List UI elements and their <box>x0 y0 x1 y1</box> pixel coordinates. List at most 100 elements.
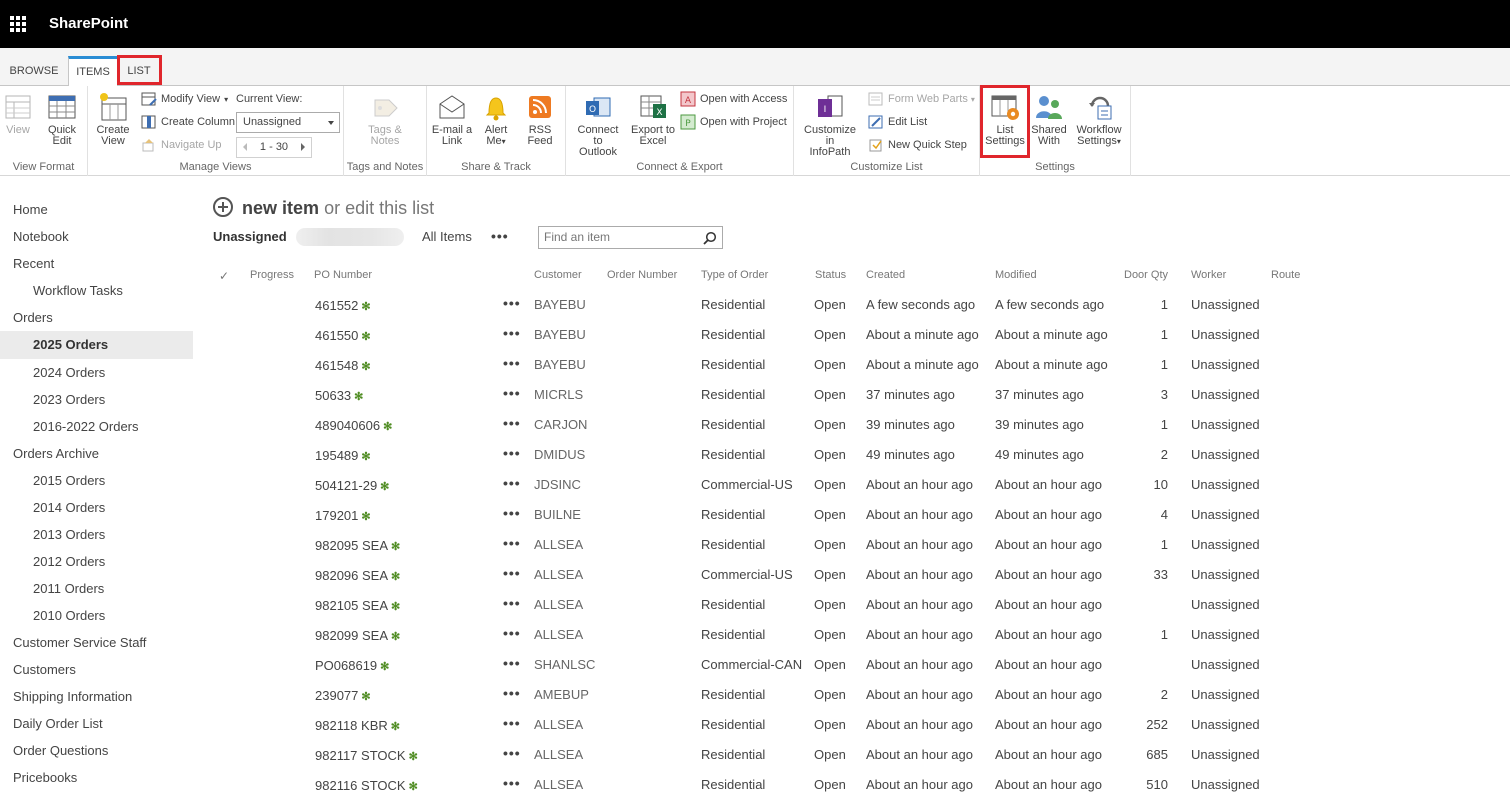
column-header-created[interactable]: Created <box>866 269 905 281</box>
column-header-route[interactable]: Route <box>1271 269 1300 281</box>
nav-item-2015-orders[interactable]: 2015 Orders <box>0 467 193 494</box>
po-number-link[interactable]: 504121-29 <box>315 478 377 493</box>
email-link-button[interactable]: E-mail a Link <box>429 92 475 147</box>
po-number-link[interactable]: 982105 SEA <box>315 598 388 613</box>
po-number-link[interactable]: 982117 STOCK <box>315 748 406 763</box>
new-item-link[interactable]: new item or edit this list <box>213 197 434 219</box>
nav-item-2013-orders[interactable]: 2013 Orders <box>0 521 193 548</box>
nav-item-2011-orders[interactable]: 2011 Orders <box>0 575 193 602</box>
table-row[interactable]: 982116 STOCK ✻ ••• ALLSEA Residential Open Abo… <box>213 775 1313 799</box>
po-number-link[interactable]: 239077 <box>315 688 358 703</box>
po-number-cell[interactable]: 982117 STOCK ✻ <box>315 748 418 765</box>
table-row[interactable]: 461548 ✻ ••• BAYEBU Residential Open About a m… <box>213 355 1313 387</box>
modify-view-button[interactable]: Modify View ▾ <box>141 90 228 108</box>
nav-item-recent[interactable]: Recent <box>0 250 193 277</box>
item-menu-ellipsis[interactable]: ••• <box>503 655 521 671</box>
search-input[interactable]: Find an item <box>538 226 723 249</box>
po-number-cell[interactable]: 982116 STOCK ✻ <box>315 778 418 795</box>
po-number-cell[interactable]: 195489 ✻ <box>315 448 371 465</box>
table-row[interactable]: 982099 SEA ✻ ••• ALLSEA Residential Open About… <box>213 625 1313 657</box>
list-settings-button[interactable]: List Settings <box>982 92 1028 147</box>
nav-item-2023-orders[interactable]: 2023 Orders <box>0 386 193 413</box>
column-header-po-number[interactable]: PO Number <box>314 269 372 281</box>
po-number-link[interactable]: PO068619 <box>315 658 377 673</box>
select-all-checkmark[interactable]: ✓ <box>219 269 229 283</box>
po-number-link[interactable]: 461548 <box>315 358 358 373</box>
po-number-link[interactable]: 195489 <box>315 448 358 463</box>
view-tab-unassigned[interactable]: Unassigned <box>213 229 287 244</box>
item-menu-ellipsis[interactable]: ••• <box>503 355 521 371</box>
nav-item-pricebooks[interactable]: Pricebooks <box>0 764 193 791</box>
po-number-link[interactable]: 461550 <box>315 328 358 343</box>
view-button[interactable]: View <box>0 92 41 136</box>
po-number-cell[interactable]: 50633 ✻ <box>315 388 363 405</box>
column-header-modified[interactable]: Modified <box>995 269 1037 281</box>
item-menu-ellipsis[interactable]: ••• <box>503 385 521 401</box>
form-web-parts-button[interactable]: Form Web Parts ▾ <box>868 90 975 108</box>
table-row[interactable]: 982118 KBR ✻ ••• ALLSEA Residential Open About… <box>213 715 1313 747</box>
nav-item-workflow-tasks[interactable]: Workflow Tasks <box>0 277 193 304</box>
search-icon[interactable] <box>703 231 717 245</box>
customize-infopath-button[interactable]: I Customize in InfoPath <box>799 92 861 158</box>
next-page-icon[interactable] <box>301 143 305 151</box>
table-row[interactable]: 489040606 ✻ ••• CARJON Residential Open 39 min… <box>213 415 1313 447</box>
item-menu-ellipsis[interactable]: ••• <box>503 565 521 581</box>
nav-item-customer-service-staff[interactable]: Customer Service Staff <box>0 629 193 656</box>
po-number-link[interactable]: 982116 STOCK <box>315 778 406 793</box>
table-row[interactable]: 982105 SEA ✻ ••• ALLSEA Residential Open About… <box>213 595 1313 627</box>
nav-item-2025-orders[interactable]: 2025 Orders <box>0 331 193 359</box>
navigate-up-button[interactable]: Navigate Up <box>141 136 222 154</box>
item-menu-ellipsis[interactable]: ••• <box>503 775 521 791</box>
tab-browse[interactable]: BROWSE <box>4 56 64 86</box>
po-number-cell[interactable]: 461550 ✻ <box>315 328 371 345</box>
po-number-link[interactable]: 50633 <box>315 388 351 403</box>
column-header-type-of-order[interactable]: Type of Order <box>701 269 768 281</box>
po-number-link[interactable]: 982095 SEA <box>315 538 388 553</box>
workflow-settings-button[interactable]: Workflow Settings▾ <box>1074 92 1124 147</box>
po-number-cell[interactable]: PO068619 ✻ <box>315 658 389 675</box>
nav-item-2014-orders[interactable]: 2014 Orders <box>0 494 193 521</box>
nav-item-orders-archive[interactable]: Orders Archive <box>0 440 193 467</box>
table-row[interactable]: 982096 SEA ✻ ••• ALLSEA Commercial-US Open Abo… <box>213 565 1313 597</box>
table-row[interactable]: 982117 STOCK ✻ ••• ALLSEA Residential Open Abo… <box>213 745 1313 777</box>
table-row[interactable]: 195489 ✻ ••• DMIDUS Residential Open 49 minute… <box>213 445 1313 477</box>
column-header-progress[interactable]: Progress <box>250 269 294 281</box>
nav-item-2024-orders[interactable]: 2024 Orders <box>0 359 193 386</box>
tab-list[interactable]: LIST <box>118 56 160 86</box>
rss-feed-button[interactable]: RSS Feed <box>517 92 563 147</box>
table-row[interactable]: 982095 SEA ✻ ••• ALLSEA Residential Open About… <box>213 535 1313 567</box>
table-row[interactable]: PO068619 ✻ ••• SHANLSC Commercial-CAN Open Abo… <box>213 655 1313 687</box>
nav-item-2016-2022-orders[interactable]: 2016-2022 Orders <box>0 413 193 440</box>
po-number-cell[interactable]: 489040606 ✻ <box>315 418 392 435</box>
previous-page-icon[interactable] <box>243 143 247 151</box>
open-with-project-button[interactable]: P Open with Project <box>680 113 787 131</box>
quick-edit-button[interactable]: Quick Edit <box>39 92 85 147</box>
column-header-status[interactable]: Status <box>815 269 846 281</box>
po-number-cell[interactable]: 461552 ✻ <box>315 298 371 315</box>
table-row[interactable]: 461550 ✻ ••• BAYEBU Residential Open About a m… <box>213 325 1313 357</box>
column-header-worker[interactable]: Worker <box>1191 269 1226 281</box>
more-views-ellipsis[interactable]: ••• <box>491 228 509 244</box>
po-number-link[interactable]: 461552 <box>315 298 358 313</box>
view-tab-all-items[interactable]: All Items <box>422 229 472 244</box>
open-with-access-button[interactable]: A Open with Access <box>680 90 787 108</box>
nav-item-order-questions[interactable]: Order Questions <box>0 737 193 764</box>
column-header-order-number[interactable]: Order Number <box>607 269 677 281</box>
alert-me-button[interactable]: Alert Me▾ <box>473 92 519 147</box>
item-menu-ellipsis[interactable]: ••• <box>503 745 521 761</box>
create-view-button[interactable]: Create View <box>90 92 136 147</box>
column-header-door-qty[interactable]: Door Qty <box>1124 269 1168 281</box>
nav-item-home[interactable]: Home <box>0 196 193 223</box>
nav-item-2012-orders[interactable]: 2012 Orders <box>0 548 193 575</box>
tags-notes-button[interactable]: Tags & Notes <box>362 92 408 147</box>
item-menu-ellipsis[interactable]: ••• <box>503 415 521 431</box>
table-row[interactable]: 179201 ✻ ••• BUILNE Residential Open About an … <box>213 505 1313 537</box>
column-header-customer[interactable]: Customer <box>534 269 582 281</box>
item-menu-ellipsis[interactable]: ••• <box>503 295 521 311</box>
app-launcher-icon[interactable] <box>10 16 26 32</box>
item-menu-ellipsis[interactable]: ••• <box>503 325 521 341</box>
table-row[interactable]: 239077 ✻ ••• AMEBUP Residential Open About an … <box>213 685 1313 717</box>
connect-outlook-button[interactable]: O Connect to Outlook <box>572 92 624 158</box>
item-menu-ellipsis[interactable]: ••• <box>503 535 521 551</box>
nav-item-orders[interactable]: Orders <box>0 304 193 331</box>
